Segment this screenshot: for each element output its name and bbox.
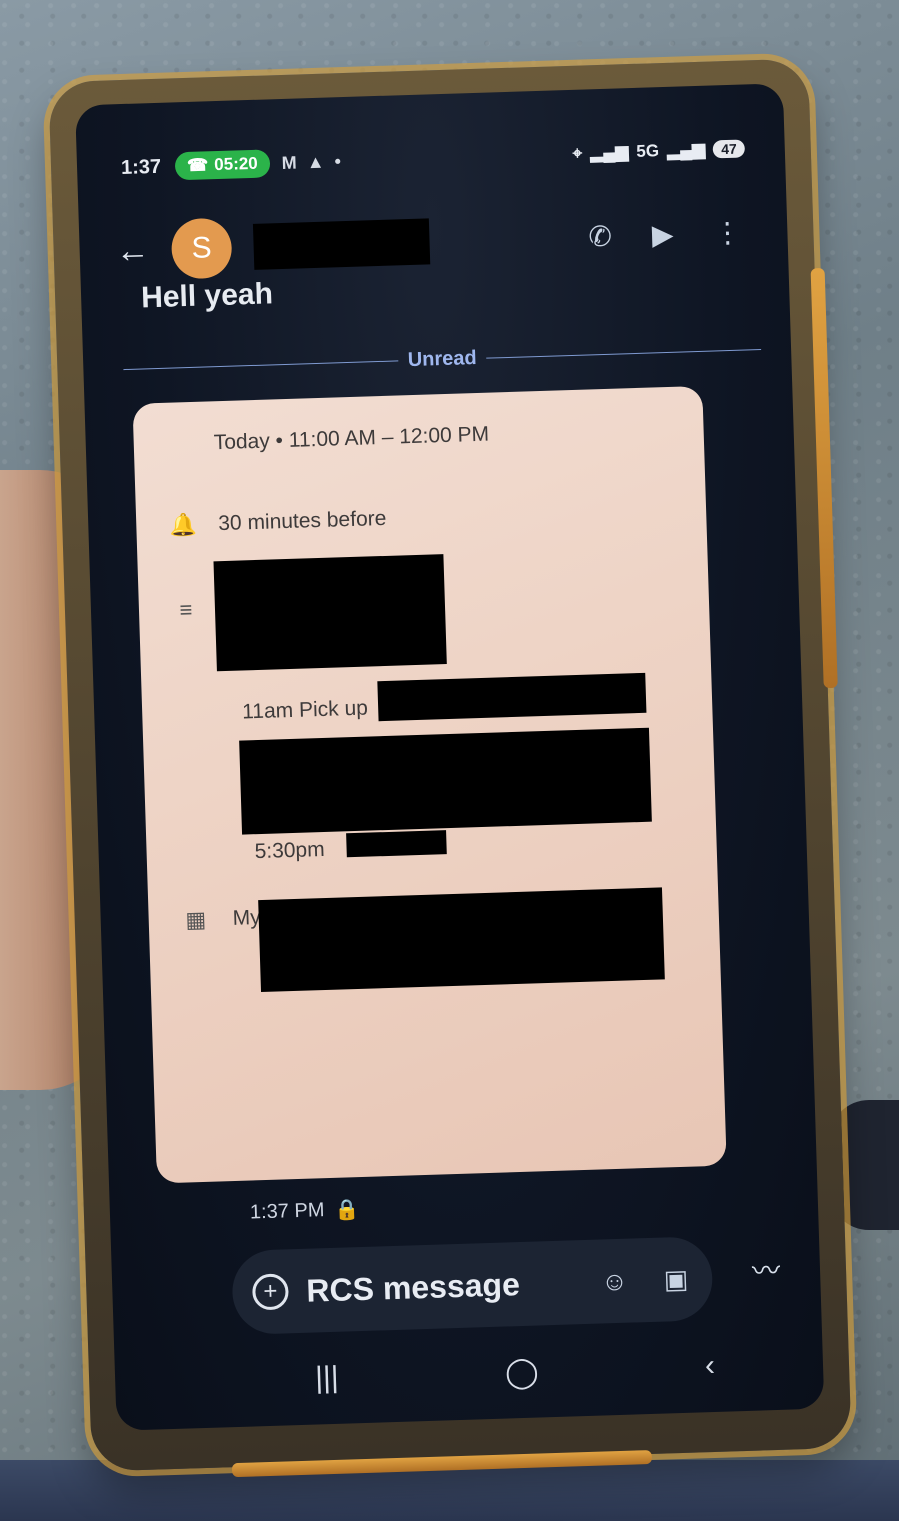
notification-icons: M ▲ • (281, 151, 341, 174)
home-icon[interactable]: ◯ (504, 1354, 539, 1390)
status-time: 1:37 (120, 155, 162, 179)
message-timestamp: 1:37 PM (249, 1199, 325, 1224)
signal-icon: ▂▄▆ (589, 142, 629, 163)
warning-icon: ▲ (306, 151, 325, 172)
description-redacted-3 (346, 830, 447, 858)
location-icon: ⌖ (572, 143, 583, 163)
bell-icon: 🔔 (169, 511, 198, 538)
ongoing-call-pill[interactable]: ☎ 05:20 (174, 149, 271, 181)
reminder-row: 🔔 30 minutes before (166, 506, 387, 539)
notes-row: ≡ (169, 597, 204, 624)
description-line2-text: 5:30pm (254, 837, 325, 864)
screen: 1:37 ☎ 05:20 M ▲ • ⌖ ▂▄▆ 5G ▂▄▆ 47 ← S ✆… (75, 83, 825, 1431)
compose-actions: ☺ ▣ (601, 1263, 689, 1297)
status-bar: 1:37 ☎ 05:20 M ▲ • ⌖ ▂▄▆ 5G ▂▄▆ 47 (120, 128, 746, 188)
network-type: 5G (636, 141, 660, 161)
event-datetime-text: Today • 11:00 AM – 12:00 PM (213, 422, 490, 455)
system-nav-bar: ||| ◯ ‹ (314, 1336, 716, 1409)
calendar-event-card[interactable]: Today • 11:00 AM – 12:00 PM 🔔 30 minutes… (132, 385, 727, 1184)
more-vert-icon[interactable]: ⋮ (713, 215, 742, 249)
signal-icon-2: ▂▄▆ (666, 139, 706, 160)
description-line2: 5:30pm (254, 838, 325, 864)
calendar-redacted (258, 887, 665, 993)
gmail-icon: M (281, 152, 298, 173)
unread-divider: Unread (123, 334, 762, 384)
emoji-icon[interactable]: ☺ (601, 1265, 629, 1297)
phone-small-icon: ☎ (186, 155, 209, 175)
phone-icon[interactable]: ✆ (588, 219, 612, 253)
divider-line-right (486, 348, 762, 359)
back-nav-icon[interactable]: ‹ (704, 1349, 715, 1383)
previous-message: Hell yeah (140, 277, 274, 315)
message-timestamp-row: 1:37 PM 🔒 (250, 1197, 360, 1225)
header-actions: ✆ ▶ ⋮ (588, 215, 758, 253)
video-icon[interactable]: ▶ (651, 217, 674, 251)
gallery-icon[interactable]: ▣ (663, 1263, 689, 1295)
recents-icon[interactable]: ||| (315, 1361, 339, 1396)
calendar-icon: ▦ (184, 906, 207, 933)
phone: 1:37 ☎ 05:20 M ▲ • ⌖ ▂▄▆ 5G ▂▄▆ 47 ← S ✆… (48, 58, 852, 1478)
unread-label: Unread (407, 346, 478, 371)
description-line1-text: 11am Pick up (241, 696, 369, 724)
dot-icon: • (334, 150, 342, 171)
event-datetime: Today • 11:00 AM – 12:00 PM (213, 423, 489, 456)
voice-icon[interactable]: 〰 (751, 1249, 781, 1290)
status-right: ⌖ ▂▄▆ 5G ▂▄▆ 47 (572, 138, 746, 163)
contact-name-redacted (252, 218, 431, 270)
reminder-text: 30 minutes before (217, 506, 387, 536)
avatar[interactable]: S (170, 217, 233, 280)
add-circle-icon[interactable]: + (251, 1273, 290, 1311)
description-redacted-1 (377, 672, 647, 722)
battery-level: 47 (712, 139, 746, 159)
divider-line-left (123, 359, 398, 370)
notes-icon: ≡ (179, 597, 193, 623)
description-line1: 11am Pick up (242, 697, 368, 725)
description-redacted-2 (239, 727, 652, 835)
message-input[interactable]: RCS message (306, 1266, 520, 1310)
lock-icon: 🔒 (334, 1199, 360, 1222)
call-timer: 05:20 (213, 153, 259, 175)
notes-redacted-block (213, 554, 447, 672)
compose-bar[interactable]: + RCS message ☺ ▣ (231, 1236, 714, 1336)
arrow-left-icon[interactable]: ← (115, 230, 160, 270)
